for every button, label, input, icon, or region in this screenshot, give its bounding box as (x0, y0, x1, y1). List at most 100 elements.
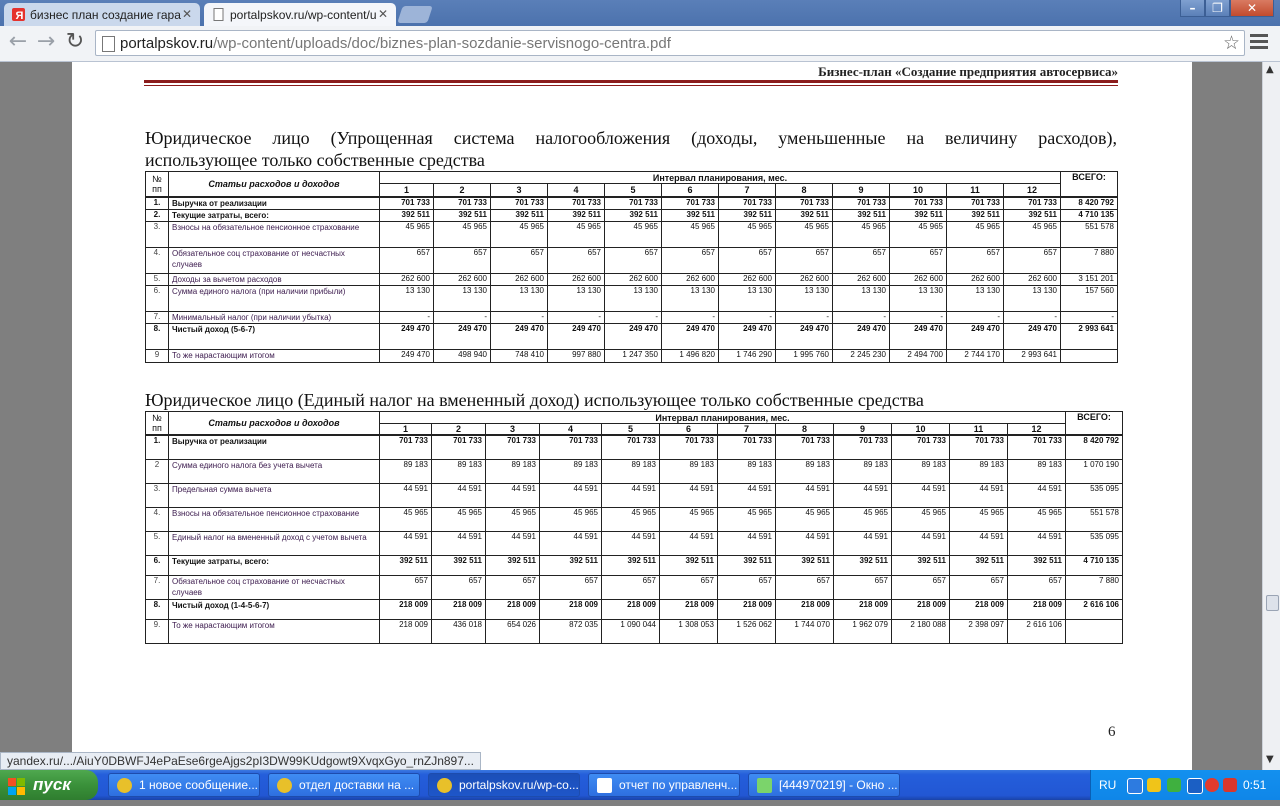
volume-icon[interactable] (1187, 778, 1203, 794)
cell-value: 657 (946, 246, 1004, 274)
row-number: 2 (145, 458, 169, 484)
cell-value: 262 600 (604, 272, 662, 286)
cell-total: 1 070 190 (1065, 458, 1123, 484)
cell-value: - (547, 310, 605, 324)
cell-value: 997 880 (547, 348, 605, 363)
cell-value: 657 (832, 246, 890, 274)
cell-value: 249 470 (661, 322, 719, 350)
header-items: Статьи расходов и доходов (168, 171, 380, 197)
cell-total: 551 578 (1065, 506, 1123, 532)
cell-value: 392 511 (833, 554, 892, 576)
reload-button[interactable]: ↻ (63, 31, 87, 55)
minimize-button[interactable]: – (1180, 0, 1205, 17)
row-number: 4. (145, 246, 169, 274)
taskbar-item[interactable]: [444970219] - Окно ... (748, 773, 900, 797)
header-rule (144, 80, 1118, 83)
cell-total (1060, 348, 1118, 363)
scroll-down-icon[interactable]: ▼ (1266, 754, 1274, 765)
cell-value: 44 591 (1007, 530, 1066, 556)
security-icon[interactable] (1147, 778, 1161, 792)
cell-value: 1 962 079 (833, 618, 892, 644)
cell-value: 701 733 (718, 195, 776, 210)
row-label: Обязательное соц страхование от несчастн… (168, 574, 380, 600)
maximize-button[interactable]: ❐ (1205, 0, 1230, 17)
taskbar-item[interactable]: portalpskov.ru/wp-co... (428, 773, 580, 797)
month-header: 8 (775, 183, 833, 197)
cell-value: 13 130 (661, 284, 719, 312)
cell-value: 89 183 (833, 458, 892, 484)
tab-pdf-active[interactable]: portalpskov.ru/wp-content/u ✕ (204, 3, 396, 26)
start-button[interactable]: пуск (0, 770, 98, 800)
cell-value: 392 511 (379, 208, 434, 222)
row-number: 3. (145, 482, 169, 508)
scrollbar-thumb[interactable] (1266, 595, 1279, 611)
opera-icon[interactable] (1205, 778, 1219, 792)
taskbar-item[interactable]: отдел доставки на ... (268, 773, 420, 797)
cell-value: 2 744 170 (946, 348, 1004, 363)
cell-value: 657 (891, 574, 950, 600)
cell-value: 45 965 (946, 220, 1004, 248)
cell-value: 89 183 (539, 458, 602, 484)
new-tab-button[interactable] (397, 6, 433, 23)
cell-value: 436 018 (431, 618, 486, 644)
cell-value: 45 965 (379, 506, 432, 532)
close-tab-icon[interactable]: ✕ (378, 7, 388, 21)
network-icon[interactable] (1127, 778, 1143, 794)
cell-value: 44 591 (717, 530, 776, 556)
cell-value: 657 (661, 246, 719, 274)
cell-value: 44 591 (539, 530, 602, 556)
cell-value: 45 965 (539, 506, 602, 532)
cell-value: 45 965 (485, 506, 540, 532)
cell-value: 44 591 (833, 482, 892, 508)
antivirus-icon[interactable] (1223, 778, 1237, 792)
scroll-up-icon[interactable]: ▲ (1266, 64, 1274, 75)
cell-value: 748 410 (490, 348, 548, 363)
table-row: 2 Сумма единого налога без учета вычета 89… (145, 458, 1123, 484)
header-number: № пп (145, 171, 169, 197)
back-button[interactable]: ← (6, 31, 30, 55)
cell-value: 262 600 (889, 272, 947, 286)
cell-value: 701 733 (717, 434, 776, 460)
close-window-button[interactable]: ✕ (1230, 0, 1274, 17)
month-header: 7 (718, 183, 776, 197)
tab-yandex-search[interactable]: Я бизнес план создание гара ✕ (4, 3, 200, 26)
month-header: 6 (659, 423, 718, 436)
cell-total: 8 420 792 (1060, 195, 1118, 210)
cell-value: 1 746 290 (718, 348, 776, 363)
cell-value: 89 183 (659, 458, 718, 484)
language-indicator[interactable]: RU (1099, 778, 1116, 792)
taskbar-item[interactable]: 1 новое сообщение.... (108, 773, 260, 797)
cell-total: 535 095 (1065, 482, 1123, 508)
tab-title: бизнес план создание гара (30, 8, 181, 22)
close-tab-icon[interactable]: ✕ (182, 7, 192, 21)
tab-strip: Я бизнес план создание гара ✕ portalpsko… (0, 0, 1280, 26)
cell-value: 1 744 070 (775, 618, 834, 644)
address-bar[interactable]: portalpskov.ru/wp-content/uploads/doc/bi… (95, 30, 1245, 56)
cell-value: 44 591 (431, 530, 486, 556)
chat-tray-icon[interactable] (1167, 778, 1181, 792)
row-number: 6. (145, 284, 169, 312)
vertical-scrollbar[interactable]: ▲ ▼ (1262, 62, 1280, 770)
cell-value: 701 733 (889, 195, 947, 210)
taskbar-item-label: отдел доставки на ... (299, 778, 415, 792)
month-header: 5 (604, 183, 662, 197)
cell-value: 657 (604, 246, 662, 274)
cell-value: 249 470 (379, 322, 434, 350)
cell-value: 45 965 (490, 220, 548, 248)
table-header-row: № пп Статьи расходов и доходов Интервал пл… (145, 411, 1123, 436)
cell-value: 392 511 (717, 554, 776, 576)
cell-value: 249 470 (379, 348, 434, 363)
taskbar-item[interactable]: отчет по управленч... (588, 773, 740, 797)
bookmark-star-icon[interactable]: ☆ (1223, 32, 1240, 54)
taskbar-item-label: 1 новое сообщение.... (139, 778, 260, 792)
cell-total: 551 578 (1060, 220, 1118, 248)
header-interval: Интервал планирования, мес. (379, 411, 1066, 424)
row-label: Единый налог на вмененный доход с учетом… (168, 530, 380, 556)
menu-icon[interactable] (1250, 34, 1268, 52)
cell-value: 44 591 (659, 482, 718, 508)
header-interval: Интервал планирования, мес. (379, 171, 1061, 184)
cell-value: 218 009 (833, 598, 892, 620)
forward-button[interactable]: → (34, 31, 58, 55)
cell-value: 701 733 (946, 195, 1004, 210)
cell-value: 657 (1003, 246, 1061, 274)
